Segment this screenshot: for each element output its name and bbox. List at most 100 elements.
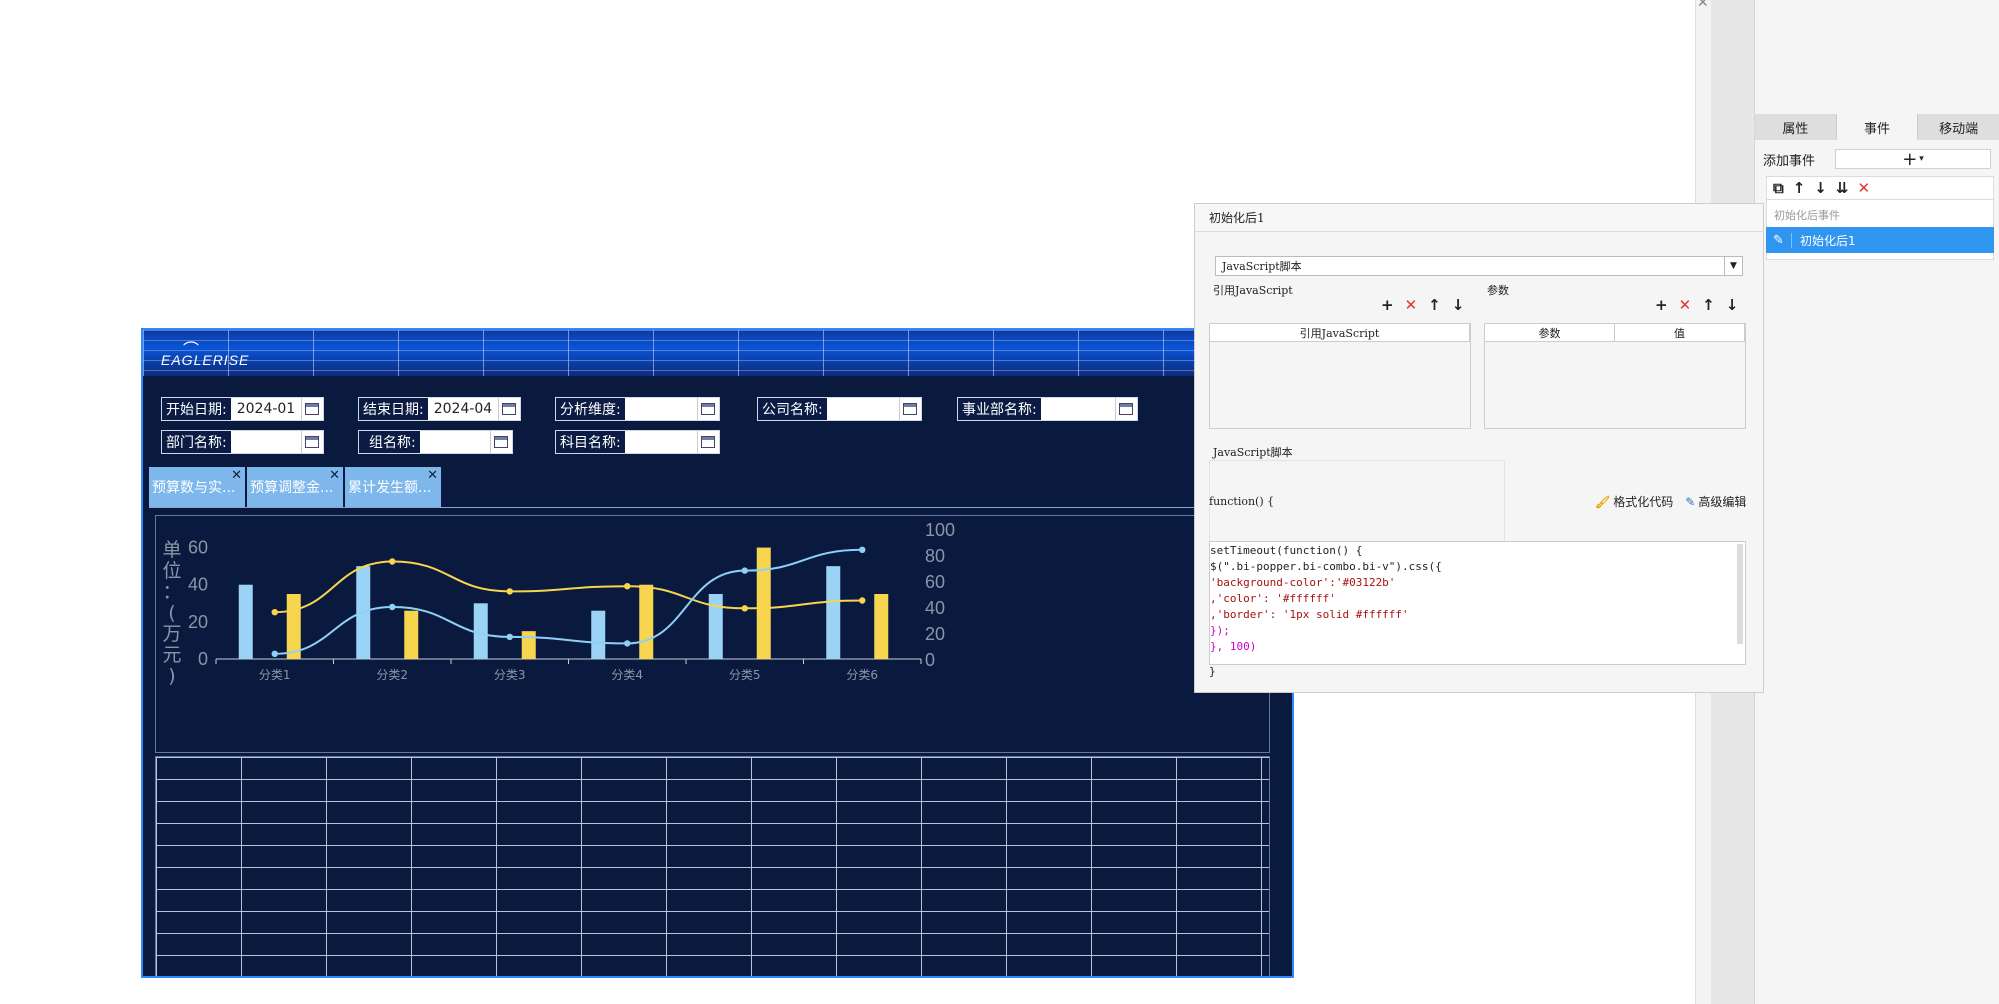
close-icon[interactable]: ✕ [427,468,438,483]
move-down-icon[interactable]: ↓ [1452,296,1465,314]
plus-icon: + [1902,148,1918,170]
code-text: $(".bi-popper.bi-combo.bi-v").css({ [1210,560,1442,573]
param-name-column: 参数 [1485,324,1615,341]
caret-down-icon: ▾ [1919,154,1924,164]
subject-input[interactable] [624,431,697,453]
script-type-select[interactable]: JavaScript脚本 ▼ [1215,256,1743,276]
company-input[interactable] [826,398,899,420]
y2-tick-label: 40 [925,598,945,618]
tab-mobile[interactable]: 移动端 [1918,114,1999,140]
calendar-icon[interactable] [497,398,520,420]
dropdown-icon[interactable] [489,431,512,453]
close-icon[interactable]: ✕ [329,468,340,483]
move-up-icon[interactable]: ↑ [1702,296,1715,314]
subject-label: 科目名称: [556,431,625,453]
move-bottom-icon[interactable]: ⇊ [1836,179,1849,197]
move-down-icon[interactable]: ↓ [1814,179,1827,197]
delete-icon[interactable]: ✕ [1679,296,1692,314]
dropdown-icon[interactable] [696,431,719,453]
line-point [506,588,513,595]
property-panel: 属性 事件 移动端 添加事件 + ▾ ⧉ ↑ ↓ ⇊ ✕ 初始化后事件 ✎ 初始化… [1754,0,1999,1004]
banner-grid [143,330,1292,376]
x-tick-label: 分类5 [729,668,761,682]
y-tick-label: 40 [188,575,208,595]
end-date-input[interactable]: 2024-04 [427,398,498,420]
end-date-label: 结束日期: [359,398,428,420]
copy-icon[interactable]: ⧉ [1773,179,1784,197]
delete-icon[interactable]: ✕ [1405,296,1418,314]
ref-js-table: 引用JavaScript [1209,323,1471,429]
code-scrollbar[interactable] [1737,544,1743,644]
tab-properties[interactable]: 属性 [1755,114,1837,140]
format-code-label: 格式化代码 [1613,495,1674,509]
tab-budget-adjust[interactable]: 预算调整金... ✕ [247,467,344,507]
line-point [271,650,278,657]
start-date-input[interactable]: 2024-01 [230,398,301,420]
params-section-label: 参数 [1487,284,1509,297]
script-type-value: JavaScript脚本 [1222,260,1302,273]
line-point [389,558,396,565]
move-up-icon[interactable]: ↑ [1793,179,1806,197]
y-tick-label: 0 [198,649,208,669]
event-item-init-after[interactable]: ✎ 初始化后1 [1766,227,1994,253]
tab-underline [149,507,1269,508]
start-date-label: 开始日期: [162,398,231,420]
add-icon[interactable]: + [1655,296,1668,314]
bar [639,584,654,659]
code-line: }, 100) [1210,639,1745,655]
dimension-filter: 分析维度: [555,397,720,421]
dimension-input[interactable] [624,398,697,420]
division-label: 事业部名称: [958,398,1041,420]
move-up-icon[interactable]: ↑ [1428,296,1441,314]
event-item-label: 初始化后1 [1800,233,1856,248]
dashboard-canvas: ⌒ EAGLERISE 开始日期: 2024-01 结束日期: 2024-04 … [141,328,1294,978]
delete-icon[interactable]: ✕ [1857,179,1870,197]
calendar-icon[interactable] [300,398,323,420]
line-point [389,603,396,611]
ref-js-toolbar: + ✕ ↑ ↓ [1381,296,1464,314]
division-input[interactable] [1040,398,1115,420]
dropdown-icon[interactable] [898,398,921,420]
tab-label: 预算调整金... [250,480,334,496]
line-point [741,605,748,612]
code-text: setTimeout(function() { [1210,544,1363,557]
edit-icon: ✎ [1685,495,1696,509]
move-down-icon[interactable]: ↓ [1726,296,1739,314]
add-event-label: 添加事件 [1763,154,1816,169]
add-event-button[interactable]: + ▾ [1835,148,1991,170]
company-filter: 公司名称: [757,397,922,421]
code-text: ,'border': '1px solid #ffffff' [1210,608,1409,621]
department-filter: 部门名称: [161,430,324,454]
event-toolbar: ⧉ ↑ ↓ ⇊ ✕ [1766,176,1994,200]
close-icon[interactable]: ✕ [231,468,242,483]
bar [874,594,889,659]
bar [708,594,723,659]
ref-js-section-label: 引用JavaScript [1213,284,1293,297]
bar [591,610,606,659]
group-label: 组名称: [359,431,420,453]
line-point [859,546,866,553]
line-point [271,609,278,616]
format-code-button[interactable]: 🖌 格式化代码 [1595,493,1673,510]
add-icon[interactable]: + [1381,296,1394,314]
y2-tick-label: 80 [925,546,945,566]
group-input[interactable] [419,431,490,453]
chevron-down-icon[interactable]: ▼ [1724,257,1742,275]
edit-icon[interactable]: ✎ [1766,232,1792,248]
advanced-edit-button[interactable]: ✎ 高级编辑 [1685,493,1746,510]
y-tick-label: 60 [188,538,208,558]
tab-cumulative[interactable]: 累计发生额... ✕ [345,467,442,507]
close-icon[interactable]: ✕ [1697,0,1709,11]
brush-icon: 🖌 [1595,495,1611,509]
y-axis-title-char: ( [168,602,175,624]
dropdown-icon[interactable] [696,398,719,420]
code-tools: 🖌 格式化代码 ✎ 高级编辑 [1595,493,1746,510]
tab-events[interactable]: 事件 [1836,114,1919,140]
department-input[interactable] [230,431,301,453]
line-point [624,583,631,590]
code-editor[interactable]: setTimeout(function() { $(".bi-popper.bi… [1209,541,1746,665]
dropdown-icon[interactable] [300,431,323,453]
tab-budget-actual[interactable]: 预算数与实... ✕ [149,467,246,507]
dropdown-icon[interactable] [1114,398,1137,420]
tab-label: 累计发生额... [348,480,432,496]
